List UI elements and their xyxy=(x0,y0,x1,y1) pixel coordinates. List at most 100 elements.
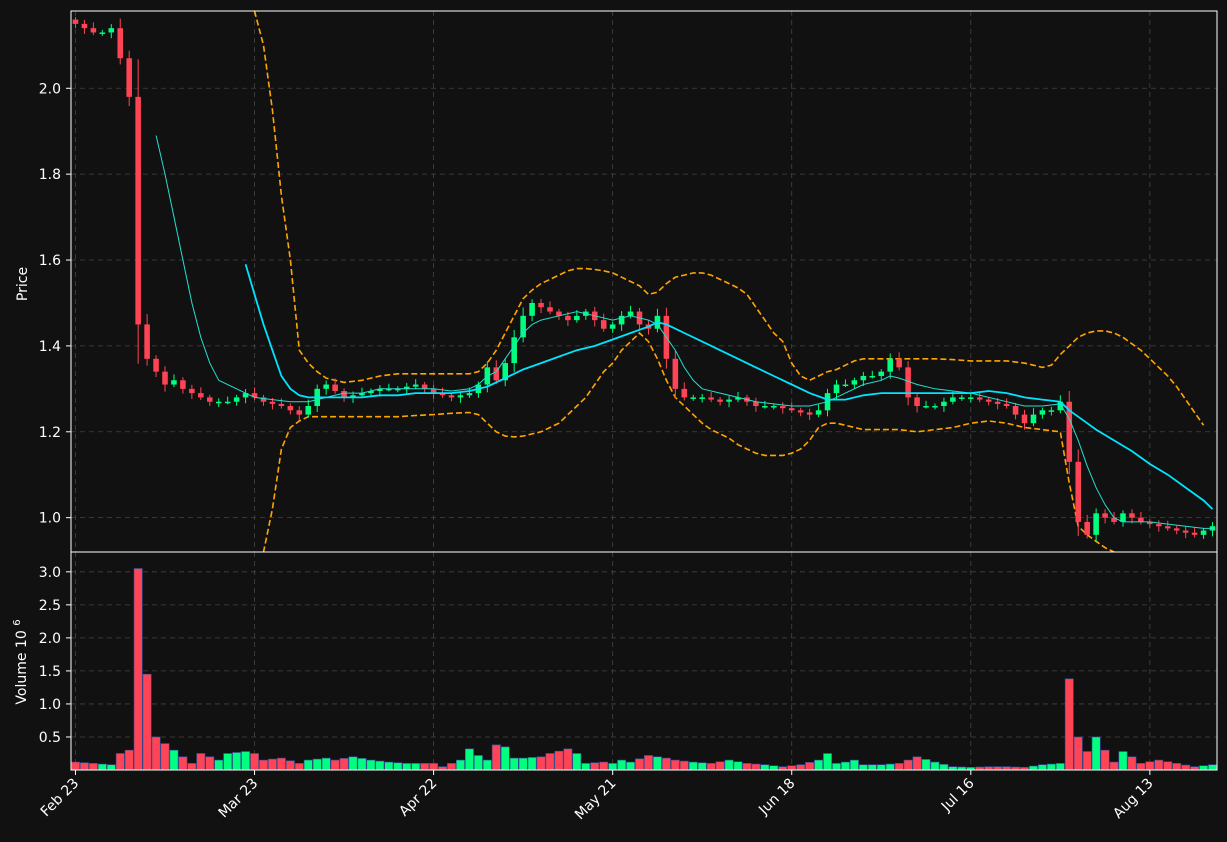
volume-bar-down xyxy=(599,761,609,771)
candle-down xyxy=(1156,524,1162,527)
volume-bar-down xyxy=(590,762,600,771)
volume-bar-up xyxy=(1091,736,1101,771)
stock-chart: 1.01.21.41.61.82.0 0.51.01.52.02.53.0 Fe… xyxy=(0,0,1227,842)
volume-axis-label-text: Volume xyxy=(14,653,30,705)
volume-bar-down xyxy=(751,763,761,771)
candle-up xyxy=(833,384,840,394)
volume-bar-down xyxy=(205,756,215,771)
candle-down xyxy=(717,399,723,402)
volume-exponent: 6 xyxy=(12,619,23,625)
volume-bar-down xyxy=(1100,749,1110,771)
volume-bar-up xyxy=(724,759,734,771)
volume-bar-up xyxy=(464,748,474,771)
candle-down xyxy=(296,410,303,415)
price-tick-label: 1.2 xyxy=(39,425,61,441)
volume-bar-down xyxy=(554,750,564,771)
volume-bar-up xyxy=(375,760,385,771)
candle-down xyxy=(1012,406,1019,415)
candle-down xyxy=(90,28,97,33)
volume-bar-up xyxy=(348,756,358,771)
candle-down xyxy=(1021,414,1028,424)
volume-bar-down xyxy=(912,756,922,771)
candle-down xyxy=(189,388,195,394)
candle-down xyxy=(287,406,294,411)
volume-bar-up xyxy=(1046,763,1056,771)
candle-down xyxy=(117,28,124,59)
volume-bar-down xyxy=(1154,759,1164,771)
candle-down xyxy=(672,358,679,389)
candle-down xyxy=(421,384,428,389)
volume-bar-down xyxy=(635,758,644,771)
candle-down xyxy=(341,390,347,398)
volume-bar-down xyxy=(903,759,913,771)
volume-bar-down xyxy=(420,763,430,771)
candle-up xyxy=(412,384,419,387)
volume-bar-up xyxy=(500,746,510,771)
volume-bar-down xyxy=(339,758,349,771)
candle-up xyxy=(699,397,705,399)
volume-bar-up xyxy=(1208,764,1217,771)
volume-bar-down xyxy=(88,763,98,771)
volume-tick-label: 0.5 xyxy=(39,730,61,746)
candle-up xyxy=(869,375,876,378)
volume-bar-up xyxy=(760,764,770,771)
volume-exponent-base: 10 xyxy=(14,630,30,648)
volume-bar-down xyxy=(429,763,439,771)
candle-up xyxy=(1030,414,1037,424)
volume-bar-down xyxy=(250,753,259,771)
candle-down xyxy=(206,397,213,402)
candle-up xyxy=(609,324,616,329)
candle-up xyxy=(1200,530,1207,535)
volume-bar-down xyxy=(196,753,206,771)
candle-up xyxy=(959,397,965,399)
volume-bar-up xyxy=(312,758,322,771)
candle-up xyxy=(771,406,777,408)
volume-axis-label: Volume 10 6 xyxy=(12,619,30,704)
volume-bar-up xyxy=(858,764,868,771)
volume-bar-up xyxy=(482,759,492,771)
candle-up xyxy=(627,311,634,316)
candle-down xyxy=(788,408,795,411)
volume-bar-down xyxy=(1082,751,1092,771)
candle-down xyxy=(278,403,285,407)
volume-bar-up xyxy=(921,759,931,771)
candle-up xyxy=(860,375,867,381)
price-tick-label: 2.0 xyxy=(39,81,61,97)
candle-down xyxy=(81,23,88,29)
candle-up xyxy=(968,397,974,399)
volume-bar-down xyxy=(1163,761,1173,771)
volume-bar-up xyxy=(823,753,832,771)
volume-bar-up xyxy=(939,764,949,771)
volume-bar-up xyxy=(841,761,850,771)
volume-bar-up xyxy=(456,759,465,771)
candle-down xyxy=(180,380,186,389)
candle-up xyxy=(923,406,929,408)
volume-bar-up xyxy=(876,764,886,771)
candle-down xyxy=(985,399,992,402)
volume-bar-down xyxy=(1172,763,1182,771)
volume-bar-up xyxy=(867,764,877,771)
volume-bar-down xyxy=(894,763,904,771)
volume-tick-label: 1.5 xyxy=(39,664,61,680)
volume-bar-down xyxy=(160,743,170,771)
volume-bar-down xyxy=(706,763,716,771)
volume-bar-up xyxy=(518,757,528,771)
candle-down xyxy=(994,401,1001,404)
volume-bar-down xyxy=(115,753,125,771)
candle-up xyxy=(171,380,177,385)
candle-down xyxy=(1102,513,1108,518)
volume-bar-up xyxy=(832,763,841,771)
candle-up xyxy=(574,315,580,321)
candle-down xyxy=(1173,528,1180,531)
candle-up xyxy=(941,401,947,407)
candle-down xyxy=(135,96,141,325)
volume-bar-up xyxy=(617,759,627,771)
volume-bar-down xyxy=(294,763,304,771)
candle-up xyxy=(878,371,885,376)
volume-bar-up xyxy=(688,761,698,771)
volume-tick-label: 1.0 xyxy=(39,697,61,713)
volume-bar-up xyxy=(321,757,331,771)
volume-bar-up xyxy=(581,763,591,771)
volume-bar-up xyxy=(241,751,251,771)
candle-up xyxy=(815,410,822,415)
